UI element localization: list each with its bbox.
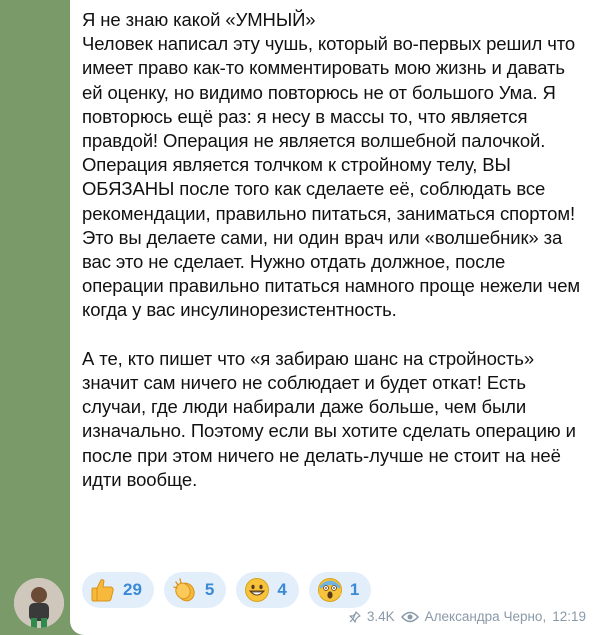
reaction-count: 1 [349, 580, 360, 599]
grinning-face-icon [245, 578, 270, 602]
avatar-image [14, 578, 64, 628]
meta-separator: , [542, 609, 547, 624]
message-bubble: Я не знаю какой «УМНЫЙ» Человек написал … [70, 0, 594, 635]
thumbs-up-icon [91, 579, 114, 602]
reaction-thumbs-up[interactable]: 29 [82, 572, 154, 608]
reaction-count: 5 [204, 580, 215, 599]
eye-icon [400, 611, 419, 622]
message-meta: 3.4K Александра Черно, 12:19 [349, 609, 586, 624]
screaming-face-icon [317, 578, 342, 602]
sender-avatar[interactable] [14, 578, 64, 628]
author-signature: Александра Черно [424, 609, 543, 624]
pin-icon [349, 610, 361, 623]
reaction-screaming-face[interactable]: 1 [308, 572, 372, 608]
reaction-count: 4 [277, 580, 287, 599]
reaction-clapping-hands[interactable]: 5 [163, 572, 227, 608]
clapping-hands-icon [173, 578, 195, 602]
reaction-grinning-face[interactable]: 4 [236, 572, 299, 608]
view-count: 3.4K [366, 609, 395, 624]
reaction-count: 29 [123, 580, 142, 599]
message-time: 12:19 [552, 609, 586, 624]
reactions-bar: 29 5 4 1 [82, 572, 372, 608]
message-text: Я не знаю какой «УМНЫЙ» Человек написал … [82, 9, 581, 490]
